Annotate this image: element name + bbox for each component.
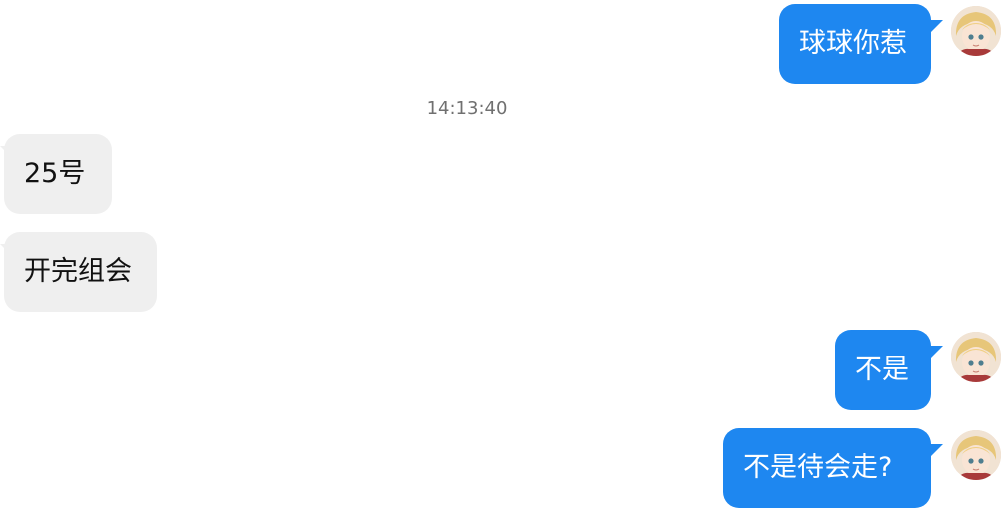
bubble-tail: [931, 444, 943, 456]
message-text: 不是待会走?: [743, 452, 893, 483]
message-bubble-outgoing[interactable]: 不是: [835, 330, 931, 410]
chat-window: 球球你惹 14:13:40 25号 开完组会 不是 不是待会走?: [0, 0, 1002, 521]
user-avatar-icon[interactable]: [951, 430, 1001, 480]
message-bubble-outgoing[interactable]: 球球你惹: [779, 4, 931, 84]
user-avatar-icon[interactable]: [951, 332, 1001, 382]
message-timestamp: 14:13:40: [426, 98, 508, 119]
message-bubble-incoming[interactable]: 开完组会: [4, 232, 157, 312]
bubble-tail: [931, 20, 943, 32]
message-text: 球球你惹: [799, 28, 907, 59]
message-bubble-outgoing[interactable]: 不是待会走?: [723, 428, 931, 508]
user-avatar-icon[interactable]: [951, 6, 1001, 56]
message-text: 开完组会: [24, 256, 132, 287]
message-text: 不是: [855, 354, 909, 385]
bubble-tail: [931, 346, 943, 358]
message-text: 25号: [24, 158, 86, 189]
message-bubble-incoming[interactable]: 25号: [4, 134, 112, 214]
